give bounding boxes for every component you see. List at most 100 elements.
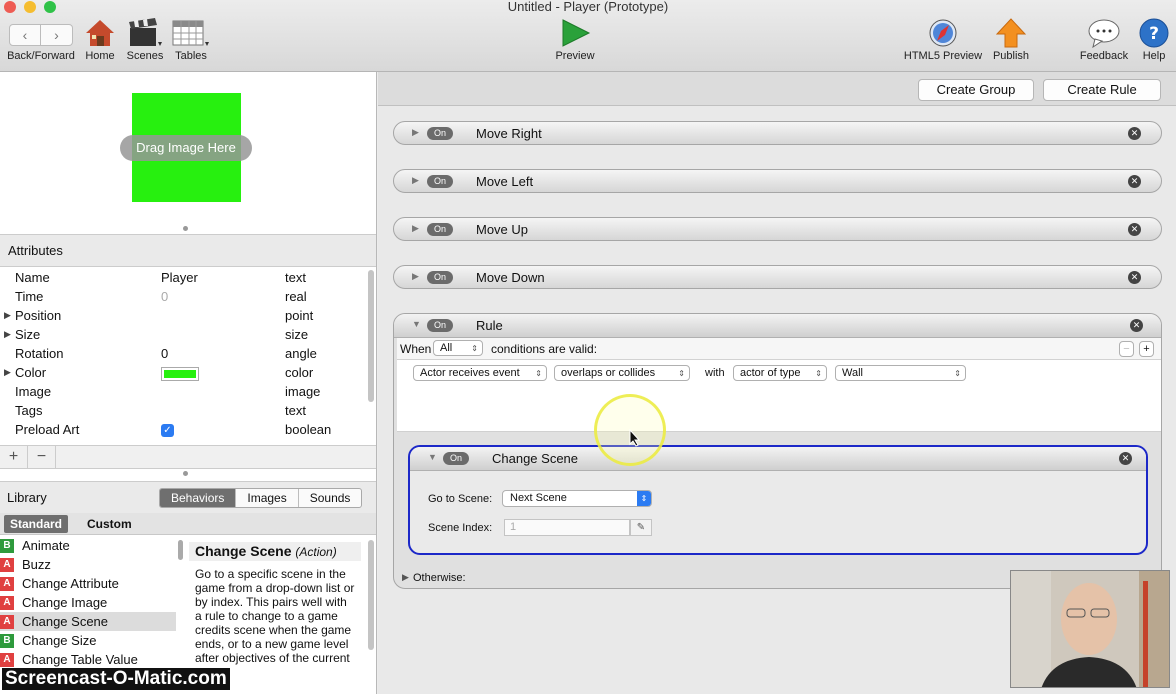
close-icon[interactable]: ✕ bbox=[1130, 319, 1143, 332]
feedback-button[interactable]: Feedback bbox=[1076, 18, 1132, 62]
drag-image-hint[interactable]: Drag Image Here bbox=[120, 135, 252, 161]
attribute-name: Color bbox=[15, 365, 47, 380]
color-well[interactable] bbox=[161, 363, 199, 382]
create-rule-button[interactable]: Create Rule bbox=[1043, 79, 1161, 101]
behavior-name[interactable]: Move Up bbox=[476, 222, 528, 237]
actor-type-select[interactable]: actor of type ⇕ bbox=[733, 365, 827, 381]
list-item[interactable]: A Change Attribute bbox=[0, 574, 176, 593]
attribute-row-tags[interactable]: Tags text bbox=[0, 401, 366, 420]
close-window-button[interactable] bbox=[4, 1, 16, 13]
scenes-button[interactable]: Scenes bbox=[124, 18, 166, 62]
disclosure-triangle-icon[interactable]: ▶ bbox=[4, 325, 11, 344]
attribute-row-size[interactable]: ▶ Size size bbox=[0, 325, 366, 344]
close-icon[interactable]: ✕ bbox=[1128, 271, 1141, 284]
change-scene-header[interactable]: ▼ On Change Scene ✕ bbox=[410, 447, 1146, 471]
behavior-move-left[interactable]: ▶ On Move Left ✕ bbox=[393, 169, 1162, 193]
tab-images[interactable]: Images bbox=[236, 489, 299, 507]
attribute-row-rotation[interactable]: Rotation 0 angle bbox=[0, 344, 366, 363]
zoom-window-button[interactable] bbox=[44, 1, 56, 13]
attributes-scrollbar[interactable] bbox=[368, 270, 374, 402]
minimize-window-button[interactable] bbox=[24, 1, 36, 13]
collapse-triangle-icon[interactable]: ▼ bbox=[412, 319, 421, 329]
attribute-value[interactable]: Player bbox=[161, 268, 198, 287]
event-select[interactable]: overlaps or collides ⇕ bbox=[554, 365, 690, 381]
scene-select-value: Next Scene bbox=[510, 492, 567, 504]
attribute-row-image[interactable]: Image image bbox=[0, 382, 366, 401]
home-button[interactable]: Home bbox=[82, 18, 118, 62]
preload-art-checkbox[interactable]: ✓ bbox=[161, 420, 174, 439]
attribute-row-name[interactable]: Name Player text bbox=[0, 268, 366, 287]
on-toggle[interactable]: On bbox=[443, 452, 469, 465]
behavior-move-down[interactable]: ▶ On Move Down ✕ bbox=[393, 265, 1162, 289]
splitter-handle[interactable] bbox=[183, 226, 188, 231]
attribute-row-position[interactable]: ▶ Position point bbox=[0, 306, 366, 325]
close-icon[interactable]: ✕ bbox=[1128, 175, 1141, 188]
close-icon[interactable]: ✕ bbox=[1128, 223, 1141, 236]
back-button[interactable]: ‹ bbox=[9, 24, 41, 46]
list-item[interactable]: A Change Image bbox=[0, 593, 176, 612]
on-toggle[interactable]: On bbox=[427, 127, 453, 140]
tab-sounds[interactable]: Sounds bbox=[299, 489, 362, 507]
list-item-label: Change Size bbox=[22, 633, 97, 648]
list-item[interactable]: A Buzz bbox=[0, 555, 176, 574]
create-group-button[interactable]: Create Group bbox=[918, 79, 1034, 101]
disclosure-triangle-icon[interactable]: ▶ bbox=[4, 363, 11, 382]
splitter-handle[interactable] bbox=[183, 471, 188, 476]
html5-preview-button[interactable]: HTML5 Preview bbox=[898, 18, 988, 62]
list-item[interactable]: A Change Table Value bbox=[0, 650, 176, 669]
all-any-select[interactable]: All ⇕ bbox=[433, 340, 483, 356]
behavior-badge-icon: B bbox=[0, 539, 14, 553]
attribute-row-color[interactable]: ▶ Color color bbox=[0, 363, 366, 382]
behavior-name[interactable]: Move Right bbox=[476, 126, 542, 141]
pen-icon: ✎ bbox=[636, 522, 646, 533]
list-item[interactable]: B Change Size bbox=[0, 631, 176, 650]
attribute-row-preload-art[interactable]: Preload Art ✓ boolean bbox=[0, 420, 366, 439]
rule-header[interactable]: ▼ On Rule ✕ bbox=[394, 314, 1161, 338]
tables-button[interactable]: Tables bbox=[170, 18, 212, 62]
tab-behaviors[interactable]: Behaviors bbox=[160, 489, 237, 507]
description-scrollbar[interactable] bbox=[368, 540, 374, 650]
forward-button[interactable]: › bbox=[41, 24, 73, 46]
expand-triangle-icon[interactable]: ▶ bbox=[412, 223, 419, 234]
expression-editor-button[interactable]: ✎ bbox=[630, 519, 652, 536]
list-item[interactable]: B Animate bbox=[0, 536, 176, 555]
expand-triangle-icon[interactable]: ▶ bbox=[412, 271, 419, 282]
behavior-name[interactable]: Move Down bbox=[476, 270, 545, 285]
color-swatch[interactable] bbox=[161, 366, 199, 381]
close-icon[interactable]: ✕ bbox=[1128, 127, 1141, 140]
add-attribute-button[interactable]: + bbox=[0, 446, 28, 468]
condition-type-select[interactable]: Actor receives event ⇕ bbox=[413, 365, 547, 381]
list-item[interactable]: A Change Scene bbox=[0, 612, 176, 631]
target-actor-select[interactable]: Wall ⇕ bbox=[835, 365, 966, 381]
attribute-type: text bbox=[285, 403, 306, 418]
attribute-value[interactable]: 0 bbox=[161, 344, 168, 363]
scene-select[interactable]: Next Scene ⇕ bbox=[502, 490, 652, 507]
publish-button[interactable]: Publish bbox=[988, 18, 1034, 62]
expand-triangle-icon[interactable]: ▶ bbox=[402, 572, 409, 583]
rule-name[interactable]: Rule bbox=[476, 318, 503, 333]
behavior-move-up[interactable]: ▶ On Move Up ✕ bbox=[393, 217, 1162, 241]
remove-attribute-button[interactable]: − bbox=[28, 446, 56, 468]
expand-triangle-icon[interactable]: ▶ bbox=[412, 175, 419, 186]
library-list-scrollbar[interactable] bbox=[178, 540, 183, 560]
close-icon[interactable]: ✕ bbox=[1119, 452, 1132, 465]
add-condition-button[interactable]: + bbox=[1139, 341, 1154, 357]
expand-triangle-icon[interactable]: ▶ bbox=[412, 127, 419, 138]
disclosure-triangle-icon[interactable]: ▶ bbox=[4, 306, 11, 325]
attributes-table: Name Player text Time 0 real ▶ Position … bbox=[0, 268, 366, 439]
scene-index-field[interactable]: 1 bbox=[504, 519, 630, 536]
help-button[interactable]: ? Help bbox=[1136, 18, 1172, 62]
subtab-custom[interactable]: Custom bbox=[81, 515, 138, 533]
action-name[interactable]: Change Scene bbox=[492, 451, 578, 466]
on-toggle[interactable]: On bbox=[427, 271, 453, 284]
remove-condition-button[interactable]: − bbox=[1119, 341, 1134, 357]
collapse-triangle-icon[interactable]: ▼ bbox=[428, 452, 437, 462]
attribute-row-time[interactable]: Time 0 real bbox=[0, 287, 366, 306]
behavior-name[interactable]: Move Left bbox=[476, 174, 533, 189]
behavior-move-right[interactable]: ▶ On Move Right ✕ bbox=[393, 121, 1162, 145]
on-toggle[interactable]: On bbox=[427, 223, 453, 236]
preview-button[interactable]: Preview bbox=[550, 18, 600, 62]
subtab-standard[interactable]: Standard bbox=[4, 515, 69, 533]
on-toggle[interactable]: On bbox=[427, 319, 453, 332]
on-toggle[interactable]: On bbox=[427, 175, 453, 188]
